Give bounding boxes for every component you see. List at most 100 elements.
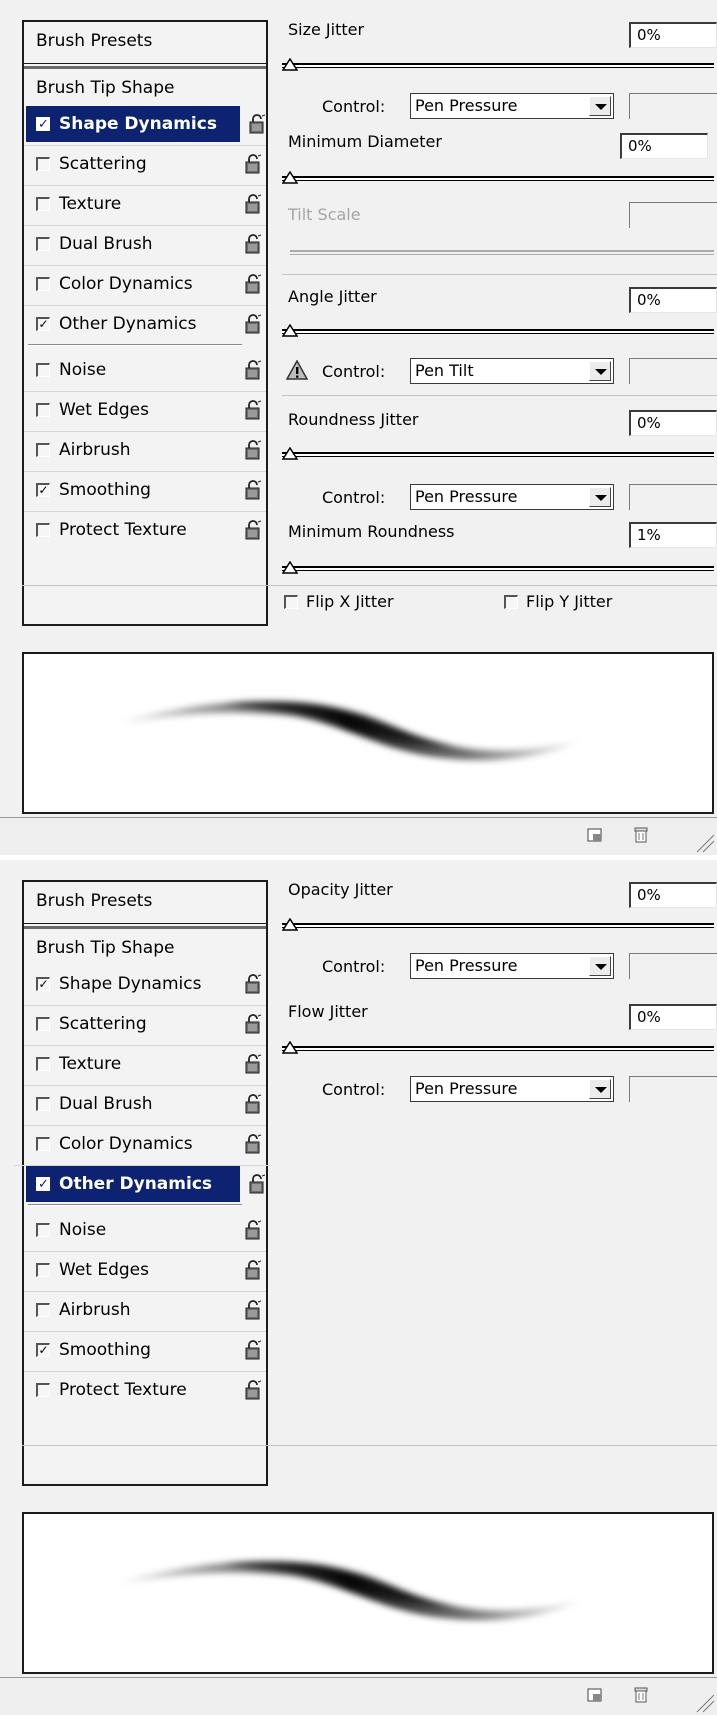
- slider-thumb-icon[interactable]: [282, 918, 298, 932]
- lock-icon[interactable]: [244, 314, 262, 334]
- flip-y-jitter-checkbox[interactable]: Flip Y Jitter: [504, 592, 612, 611]
- brush-presets-item[interactable]: Brush Presets: [24, 22, 266, 64]
- roundness-jitter-input[interactable]: 0%: [629, 410, 717, 436]
- sidebar-item-scattering[interactable]: Scattering: [24, 1005, 266, 1042]
- sidebar-item-other-dynamics[interactable]: ✓ Other Dynamics: [14, 1165, 270, 1202]
- minimum-roundness-slider[interactable]: [282, 561, 714, 579]
- angle-control-select[interactable]: Pen Tilt: [410, 358, 614, 384]
- checkbox-box[interactable]: [36, 237, 50, 251]
- lock-icon[interactable]: [244, 154, 262, 174]
- dropdown-arrow-icon[interactable]: [589, 361, 611, 381]
- sidebar-item-airbrush[interactable]: Airbrush: [24, 431, 266, 468]
- checkbox-box[interactable]: [36, 1263, 50, 1277]
- lock-icon[interactable]: [244, 360, 262, 380]
- opacity-jitter-input[interactable]: 0%: [629, 882, 717, 908]
- brush-tip-shape-item[interactable]: Brush Tip Shape: [36, 70, 174, 106]
- checkbox-box[interactable]: ✓: [36, 977, 50, 991]
- lock-icon[interactable]: [248, 1174, 266, 1194]
- checkbox-box[interactable]: ✓: [36, 317, 50, 331]
- sidebar-item-texture[interactable]: Texture: [24, 185, 266, 222]
- sidebar-item-smoothing[interactable]: ✓ Smoothing: [24, 1331, 266, 1368]
- angle-jitter-slider[interactable]: [282, 324, 714, 342]
- checkbox-box[interactable]: [36, 1137, 50, 1151]
- sidebar-item-noise[interactable]: Noise: [36, 1212, 262, 1248]
- sidebar-item-smoothing[interactable]: ✓ Smoothing: [24, 471, 266, 508]
- lock-icon[interactable]: [244, 440, 262, 460]
- lock-icon[interactable]: [244, 234, 262, 254]
- flow-control-select[interactable]: Pen Pressure: [410, 1076, 614, 1102]
- checkbox-box[interactable]: [36, 157, 50, 171]
- size-control-select[interactable]: Pen Pressure: [410, 93, 614, 119]
- checkbox-box[interactable]: ✓: [36, 1343, 50, 1357]
- flow-jitter-slider[interactable]: [282, 1041, 714, 1059]
- slider-thumb-icon[interactable]: [282, 58, 298, 72]
- flip-x-jitter-checkbox[interactable]: Flip X Jitter: [284, 592, 394, 611]
- checkbox-box[interactable]: [36, 363, 50, 377]
- dropdown-arrow-icon[interactable]: [589, 96, 611, 116]
- sidebar-item-noise[interactable]: Noise: [36, 352, 262, 388]
- lock-icon[interactable]: [244, 1094, 262, 1114]
- checkbox-box[interactable]: [36, 523, 50, 537]
- sidebar-item-airbrush[interactable]: Airbrush: [24, 1291, 266, 1328]
- sidebar-item-texture[interactable]: Texture: [24, 1045, 266, 1082]
- sidebar-item-shape-dynamics[interactable]: ✓ Shape Dynamics: [36, 966, 262, 1002]
- sidebar-item-color-dynamics[interactable]: Color Dynamics: [24, 265, 266, 302]
- roundness-jitter-slider[interactable]: [282, 447, 714, 465]
- checkbox-box[interactable]: [36, 277, 50, 291]
- lock-icon[interactable]: [244, 1014, 262, 1034]
- slider-thumb-icon[interactable]: [282, 1041, 298, 1055]
- lock-icon[interactable]: [244, 974, 262, 994]
- new-preset-icon[interactable]: [586, 1686, 604, 1704]
- lock-icon[interactable]: [244, 1260, 262, 1280]
- checkbox-box[interactable]: [36, 1097, 50, 1111]
- lock-icon[interactable]: [244, 1220, 262, 1240]
- resize-grip-icon[interactable]: [693, 831, 715, 853]
- checkbox-box[interactable]: ✓: [36, 1177, 50, 1191]
- opacity-control-select[interactable]: Pen Pressure: [410, 953, 614, 979]
- brush-presets-item[interactable]: Brush Presets: [24, 882, 266, 924]
- checkbox-box[interactable]: [36, 1017, 50, 1031]
- resize-grip-icon[interactable]: [693, 1691, 715, 1713]
- checkbox-box[interactable]: [36, 1303, 50, 1317]
- checkbox-box[interactable]: [504, 594, 518, 609]
- sidebar-item-scattering[interactable]: Scattering: [24, 145, 266, 182]
- sidebar-item-color-dynamics[interactable]: Color Dynamics: [24, 1125, 266, 1162]
- dropdown-arrow-icon[interactable]: [589, 956, 611, 976]
- dropdown-arrow-icon[interactable]: [589, 1079, 611, 1099]
- checkbox-box[interactable]: [36, 1383, 50, 1397]
- minimum-diameter-input[interactable]: 0%: [620, 133, 708, 159]
- sidebar-item-dual-brush[interactable]: Dual Brush: [24, 1085, 266, 1122]
- lock-icon[interactable]: [244, 1300, 262, 1320]
- sidebar-item-dual-brush[interactable]: Dual Brush: [24, 225, 266, 262]
- slider-thumb-icon[interactable]: [282, 447, 298, 461]
- slider-thumb-icon[interactable]: [282, 324, 298, 338]
- opacity-jitter-slider[interactable]: [282, 918, 714, 936]
- sidebar-item-protect-texture[interactable]: Protect Texture: [24, 1371, 266, 1408]
- minimum-roundness-input[interactable]: 1%: [629, 522, 717, 548]
- sidebar-item-other-dynamics[interactable]: ✓ Other Dynamics: [24, 305, 266, 342]
- lock-icon[interactable]: [244, 1054, 262, 1074]
- trash-icon[interactable]: [632, 826, 650, 844]
- lock-icon[interactable]: [244, 1380, 262, 1400]
- checkbox-box[interactable]: [36, 197, 50, 211]
- checkbox-box[interactable]: [36, 443, 50, 457]
- slider-thumb-icon[interactable]: [282, 561, 298, 575]
- sidebar-item-shape-dynamics[interactable]: ✓ Shape Dynamics: [26, 106, 266, 142]
- brush-tip-shape-item[interactable]: Brush Tip Shape: [36, 930, 174, 966]
- new-preset-icon[interactable]: [586, 826, 604, 844]
- flow-jitter-input[interactable]: 0%: [629, 1004, 717, 1030]
- lock-icon[interactable]: [244, 194, 262, 214]
- checkbox-box[interactable]: [36, 1223, 50, 1237]
- lock-icon[interactable]: [248, 114, 266, 134]
- lock-icon[interactable]: [244, 400, 262, 420]
- lock-icon[interactable]: [244, 1134, 262, 1154]
- angle-jitter-input[interactable]: 0%: [629, 287, 717, 313]
- sidebar-item-protect-texture[interactable]: Protect Texture: [24, 511, 266, 548]
- lock-icon[interactable]: [244, 480, 262, 500]
- checkbox-box[interactable]: ✓: [36, 483, 50, 497]
- lock-icon[interactable]: [244, 520, 262, 540]
- checkbox-box[interactable]: [36, 403, 50, 417]
- roundness-control-select[interactable]: Pen Pressure: [410, 484, 614, 510]
- checkbox-box[interactable]: [36, 1057, 50, 1071]
- trash-icon[interactable]: [632, 1686, 650, 1704]
